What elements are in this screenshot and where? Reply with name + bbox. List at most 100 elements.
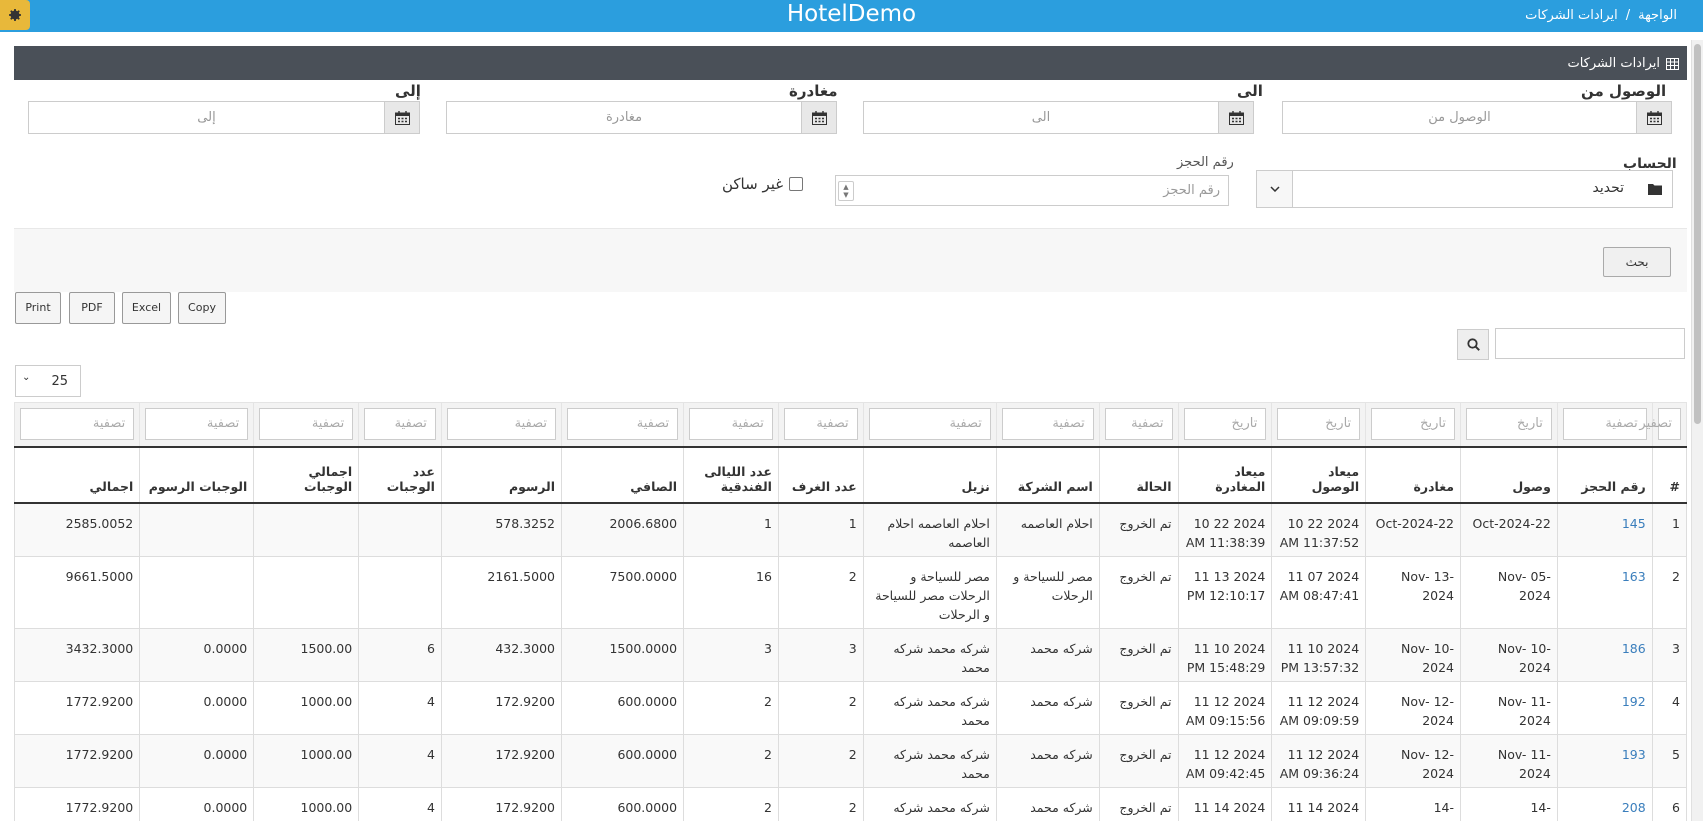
excel-button[interactable]: Excel <box>122 292 171 324</box>
column-header-meals-total[interactable]: اجمالي الوجبات <box>253 445 360 504</box>
filter-input-rooms-count[interactable]: تصفية <box>783 408 858 440</box>
cell-net-amount: 1500.0000 <box>560 627 685 682</box>
column-header-departure[interactable]: مغادرة <box>1365 445 1461 504</box>
column-header-company-name[interactable]: اسم الشركة <box>995 445 1100 504</box>
column-header-nights-count[interactable]: عدد الليالى الفندقية <box>683 445 779 504</box>
filter-cell: تاريخ <box>1271 402 1367 447</box>
column-header-net-amount[interactable]: الصافي <box>560 445 685 504</box>
cell-total: 1772.9200 <box>13 680 141 735</box>
column-header-fees[interactable]: الرسوم <box>440 445 563 504</box>
filter-input-arrival[interactable]: تاريخ <box>1466 408 1552 440</box>
page-scrollbar[interactable] <box>1691 40 1703 821</box>
departure-to-field[interactable]: إلى <box>28 101 420 134</box>
cell-fees: 2161.5000 <box>440 555 563 629</box>
arrival-from-field[interactable]: الوصول من <box>1282 101 1672 134</box>
cell-status: تم الخروج <box>1098 627 1179 682</box>
account-select[interactable]: تحديد <box>1256 170 1673 208</box>
filter-input-nights-count[interactable]: تصفية <box>689 408 773 440</box>
cell-reservation-number[interactable]: 163 <box>1556 555 1653 629</box>
cell-meals-count <box>358 502 442 557</box>
column-header-departure-time[interactable]: ميعاد المغادرة <box>1177 445 1273 504</box>
cell-reservation-number[interactable]: 193 <box>1556 733 1653 788</box>
cell-arrival: -11 Nov-2024 <box>1460 680 1558 735</box>
cell-net-amount: 600.0000 <box>560 680 685 735</box>
cell-nights-count: 1 <box>683 502 779 557</box>
panel-title-text: ايرادات الشركات <box>1567 56 1660 71</box>
column-header-arrival[interactable]: وصول <box>1460 445 1558 504</box>
column-header-arrival-time[interactable]: ميعاد الوصول <box>1271 445 1367 504</box>
cell-status: تم الخروج <box>1098 786 1179 821</box>
cell-total: 1772.9200 <box>13 786 141 821</box>
scrollbar-thumb[interactable] <box>1694 44 1701 424</box>
filter-input-status[interactable]: تصفية <box>1104 408 1173 440</box>
column-header-status[interactable]: الحالة <box>1098 445 1179 504</box>
column-header-rooms-count[interactable]: عدد الغرف <box>777 445 864 504</box>
cell-fees: 172.9200 <box>440 733 563 788</box>
departure-field[interactable]: مغادرة <box>446 101 837 134</box>
cell-meals-total: 1000.00 <box>253 733 360 788</box>
calendar-icon[interactable] <box>1636 102 1671 133</box>
filter-cell: تصفية <box>139 402 255 447</box>
departure-to-placeholder: إلى <box>197 110 216 125</box>
filter-cell: تصفية <box>358 402 442 447</box>
print-button[interactable]: Print <box>15 292 61 324</box>
filter-input-meals-fees[interactable]: تصفية <box>145 408 249 440</box>
filter-cell: تاريخ <box>1365 402 1461 447</box>
not-resident-checkbox[interactable] <box>789 177 804 191</box>
cell-meals-count: 4 <box>358 733 442 788</box>
pdf-button[interactable]: PDF <box>69 292 115 324</box>
copy-button[interactable]: Copy <box>178 292 226 324</box>
cell-reservation-number[interactable]: 208 <box>1556 786 1653 821</box>
cell-fees: 578.3252 <box>440 502 563 557</box>
cell-arrival-time: 2024 22 10 AM 11:37:52 <box>1271 502 1367 557</box>
filter-input-fees[interactable]: تصفية <box>446 408 556 440</box>
calendar-icon[interactable] <box>801 102 836 133</box>
filter-input-meals-count[interactable]: تصفية <box>364 408 436 440</box>
calendar-icon[interactable] <box>384 102 419 133</box>
page-size-select[interactable]: ⌄ 25 <box>15 365 81 397</box>
cell-reservation-number[interactable]: 145 <box>1556 502 1653 557</box>
companies-revenue-table: تصفير تصفية تاريخ تاريخ تاريخ تاريخ تصفية تصفية… <box>13 402 1688 821</box>
column-header-meals-fees[interactable]: الوجبات الرسوم <box>139 445 255 504</box>
cell-reservation-number[interactable]: 192 <box>1556 680 1653 735</box>
search-icon[interactable] <box>1457 329 1489 360</box>
breadcrumb-home[interactable]: الواجهة <box>1638 8 1677 23</box>
cell-guest: مصر للسياحة و الرحلات مصر للسياحة و الرح… <box>862 555 997 629</box>
filter-input-departure-time[interactable]: تاريخ <box>1183 408 1267 440</box>
cell-row-index: 1 <box>1651 502 1688 557</box>
cell-departure: -14 <box>1365 786 1461 821</box>
account-value: تحديد <box>1592 180 1624 196</box>
breadcrumb: الواجهة / ايرادات الشركات <box>1521 8 1681 23</box>
not-resident-label: غير ساكن <box>722 175 784 193</box>
filter-input-company-name[interactable]: تصفية <box>1001 408 1094 440</box>
cell-nights-count: 2 <box>683 733 779 788</box>
cell-row-index: 5 <box>1651 733 1688 788</box>
filter-input-arrival-time[interactable]: تاريخ <box>1277 408 1361 440</box>
calendar-icon[interactable] <box>1218 102 1253 133</box>
app-brand[interactable]: HotelDemo <box>0 1 1703 27</box>
filter-input-guest[interactable]: تصفية <box>868 408 991 440</box>
filter-input-meals-total[interactable]: تصفية <box>259 408 354 440</box>
reservation-number-input[interactable]: ▲ ▼ رقم الحجز <box>835 175 1229 206</box>
page-size-value: 25 <box>51 374 68 389</box>
cell-reservation-number[interactable]: 186 <box>1556 627 1653 682</box>
cell-company-name: شركه محمد <box>995 733 1100 788</box>
folder-icon[interactable] <box>1638 171 1672 207</box>
filter-cell: تصفية <box>1098 402 1179 447</box>
table-search-input[interactable] <box>1495 328 1685 359</box>
column-header-row-index[interactable]: # <box>1651 445 1688 504</box>
filter-input-row-index[interactable]: تصفير <box>1639 408 1681 440</box>
cell-company-name: شركه محمد <box>995 786 1100 821</box>
filter-input-total[interactable]: تصفية <box>20 408 135 440</box>
column-header-reservation-number[interactable]: رقم الحجز <box>1556 445 1653 504</box>
filter-input-reservation-number[interactable]: تصفية <box>1562 408 1647 440</box>
column-header-meals-count[interactable]: عدد الوجبات <box>358 445 442 504</box>
search-button[interactable]: بحث <box>1603 247 1671 277</box>
number-spinner-icon[interactable]: ▲ ▼ <box>838 181 854 201</box>
chevron-down-icon[interactable] <box>1257 171 1293 207</box>
column-header-guest[interactable]: نزيل <box>862 445 997 504</box>
arrival-to-field[interactable]: الى <box>863 101 1254 134</box>
filter-input-net-amount[interactable]: تصفية <box>567 408 679 440</box>
column-header-total[interactable]: اجمالي <box>13 445 141 504</box>
filter-input-departure[interactable]: تاريخ <box>1371 408 1455 440</box>
